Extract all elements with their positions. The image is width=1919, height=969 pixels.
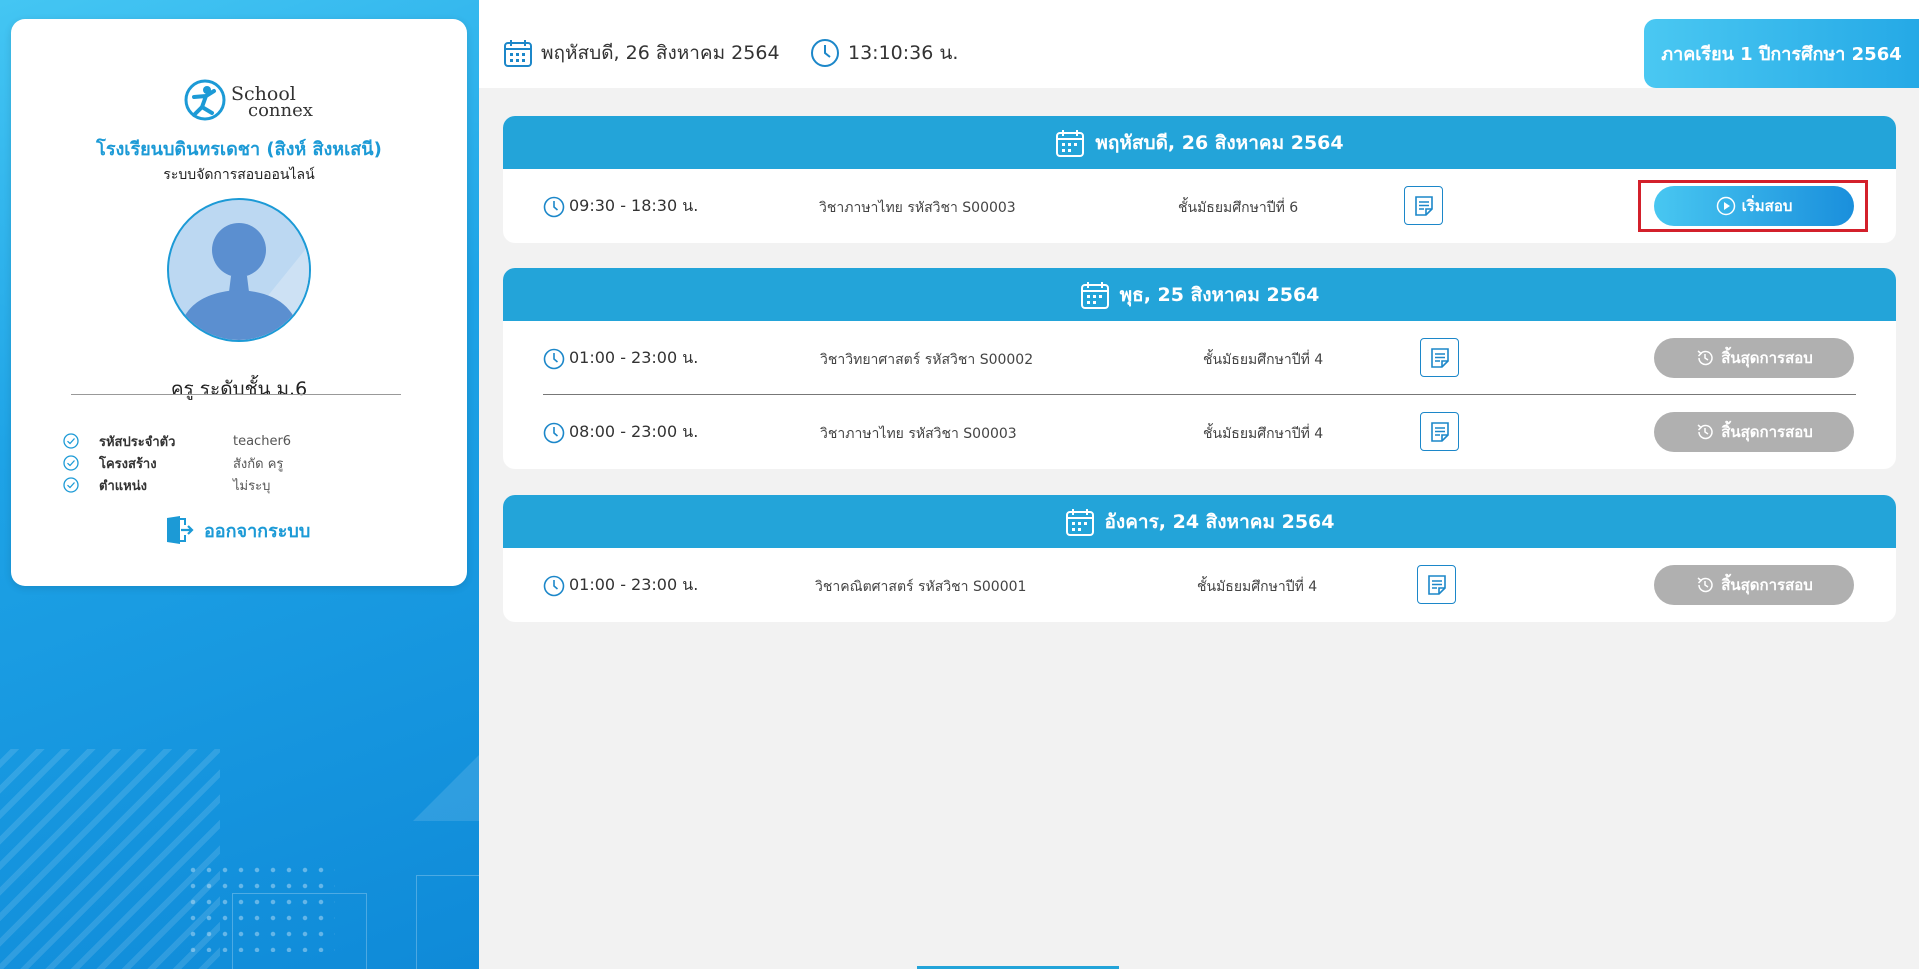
exam-subject: วิชาวิทยาศาสตร์ รหัสวิชา S00002 [820, 352, 1034, 368]
decorative-frame [232, 893, 367, 969]
exam-document-button[interactable] [1420, 338, 1459, 377]
system-name: ระบบจัดการสอบออนไลน์ [163, 167, 315, 183]
exam-ended-button[interactable]: สิ้นสุดการสอบ [1654, 565, 1854, 605]
exam-time: 09:30 - 18:30 น. [543, 194, 698, 219]
info-row-position: ตำแหน่ง ไม่ระบุ [63, 474, 443, 496]
clock-icon [543, 348, 565, 369]
profile-card: School connex โรงเรียนบดินทรเดชา (สิงห์ … [11, 19, 467, 586]
exam-day-group: พุธ, 25 สิงหาคม 2564 01:00 - 23:00 น. วิ… [503, 268, 1896, 469]
document-icon [1430, 347, 1449, 368]
exam-grade: ชั้นมัธยมศึกษาปีที่ 4 [1197, 579, 1318, 595]
current-time-text: 13:10:36 น. [848, 42, 959, 64]
history-icon [1697, 350, 1713, 366]
exam-grade: ชั้นมัธยมศึกษาปีที่ 4 [1203, 352, 1324, 368]
logo-text-connex: connex [248, 100, 313, 121]
exam-time: 01:00 - 23:00 น. [543, 573, 698, 598]
exam-subject: วิชาคณิตศาสตร์ รหัสวิชา S00001 [815, 579, 1027, 595]
exam-document-button[interactable] [1420, 412, 1459, 451]
top-bar: พฤหัสบดี, 26 สิงหาคม 2564 13:10:36 น. ภา… [479, 0, 1919, 88]
logout-icon [167, 516, 194, 544]
calendar-icon [1056, 129, 1085, 157]
user-info-list: รหัสประจำตัว teacher6 โครงสร้าง สังกัด ค… [63, 430, 443, 496]
clock-icon [543, 422, 565, 443]
logout-label: ออกจากระบบ [204, 520, 311, 542]
clock-icon [543, 575, 565, 596]
info-value: ไม่ระบุ [233, 478, 271, 494]
info-value: สังกัด ครู [233, 456, 284, 472]
decorative-triangle [413, 755, 479, 821]
exam-day-header: อังคาร, 24 สิงหาคม 2564 [503, 495, 1896, 548]
current-time: 13:10:36 น. [810, 38, 958, 68]
calendar-icon [1080, 281, 1109, 309]
exam-day-date: พฤหัสบดี, 26 สิงหาคม 2564 [1095, 131, 1344, 154]
logout-button[interactable]: ออกจากระบบ [164, 515, 310, 545]
exam-time-text: 08:00 - 23:00 น. [569, 422, 699, 441]
check-circle-icon [63, 455, 79, 471]
document-icon [1430, 421, 1449, 442]
info-label: ตำแหน่ง [99, 478, 147, 494]
check-circle-icon [63, 477, 79, 493]
exam-row: 01:00 - 23:00 น. วิชาวิทยาศาสตร์ รหัสวิช… [503, 321, 1896, 395]
exam-row: 08:00 - 23:00 น. วิชาภาษาไทย รหัสวิชา S0… [503, 395, 1896, 469]
info-label: รหัสประจำตัว [99, 434, 176, 450]
check-circle-icon [63, 433, 79, 449]
info-label: โครงสร้าง [99, 456, 157, 472]
decorative-frame [416, 875, 479, 969]
exam-subject: วิชาภาษาไทย รหัสวิชา S00003 [819, 200, 1016, 216]
current-date-text: พฤหัสบดี, 26 สิงหาคม 2564 [541, 42, 780, 64]
document-icon [1427, 574, 1446, 595]
exam-time-text: 01:00 - 23:00 น. [569, 348, 699, 367]
exam-ended-button[interactable]: สิ้นสุดการสอบ [1654, 338, 1854, 378]
exam-ended-label: สิ้นสุดการสอบ [1721, 349, 1813, 367]
history-icon [1697, 424, 1713, 440]
exam-time-text: 09:30 - 18:30 น. [569, 196, 699, 215]
exam-day-date: อังคาร, 24 สิงหาคม 2564 [1104, 510, 1335, 533]
user-silhouette-icon [177, 223, 309, 340]
exam-day-header: พุธ, 25 สิงหาคม 2564 [503, 268, 1896, 321]
user-role: ครู ระดับชั้น ม.6 [170, 378, 308, 400]
exam-row: 01:00 - 23:00 น. วิชาคณิตศาสตร์ รหัสวิชา… [503, 548, 1896, 622]
exam-ended-button[interactable]: สิ้นสุดการสอบ [1654, 412, 1854, 452]
exam-grade: ชั้นมัธยมศึกษาปีที่ 4 [1203, 426, 1324, 442]
school-name: โรงเรียนบดินทรเดชา (สิงห์ สิงหเสนี) [96, 139, 382, 160]
avatar [167, 198, 311, 342]
exam-document-button[interactable] [1404, 186, 1443, 225]
calendar-icon [504, 40, 532, 67]
divider [71, 394, 401, 395]
exam-grade: ชั้นมัธยมศึกษาปีที่ 6 [1178, 200, 1299, 216]
document-icon [1414, 195, 1433, 216]
calendar-icon [1065, 508, 1094, 536]
schoolconnex-logo: School connex [184, 77, 319, 125]
info-row-id: รหัสประจำตัว teacher6 [63, 430, 443, 452]
history-icon [1697, 577, 1713, 593]
exam-ended-label: สิ้นสุดการสอบ [1721, 576, 1813, 594]
exam-document-button[interactable] [1417, 565, 1456, 604]
current-date: พฤหัสบดี, 26 สิงหาคม 2564 [503, 38, 780, 68]
clock-icon [811, 39, 839, 67]
info-row-structure: โครงสร้าง สังกัด ครู [63, 452, 443, 474]
exam-day-group: อังคาร, 24 สิงหาคม 2564 01:00 - 23:00 น.… [503, 495, 1896, 622]
exam-time: 08:00 - 23:00 น. [543, 420, 698, 445]
clock-icon [543, 196, 565, 217]
exam-day-date: พุธ, 25 สิงหาคม 2564 [1119, 283, 1320, 306]
exam-time: 01:00 - 23:00 น. [543, 346, 698, 371]
exam-subject: วิชาภาษาไทย รหัสวิชา S00003 [820, 426, 1017, 442]
exam-day-header: พฤหัสบดี, 26 สิงหาคม 2564 [503, 116, 1896, 169]
logo-mark-icon [184, 79, 226, 121]
exam-ended-label: สิ้นสุดการสอบ [1721, 423, 1813, 441]
info-value: teacher6 [233, 433, 292, 449]
highlight-box [1638, 180, 1868, 232]
sidebar-background: School connex โรงเรียนบดินทรเดชา (สิงห์ … [0, 0, 479, 969]
exam-time-text: 01:00 - 23:00 น. [569, 575, 699, 594]
semester-badge: ภาคเรียน 1 ปีการศึกษา 2564 [1644, 19, 1919, 88]
